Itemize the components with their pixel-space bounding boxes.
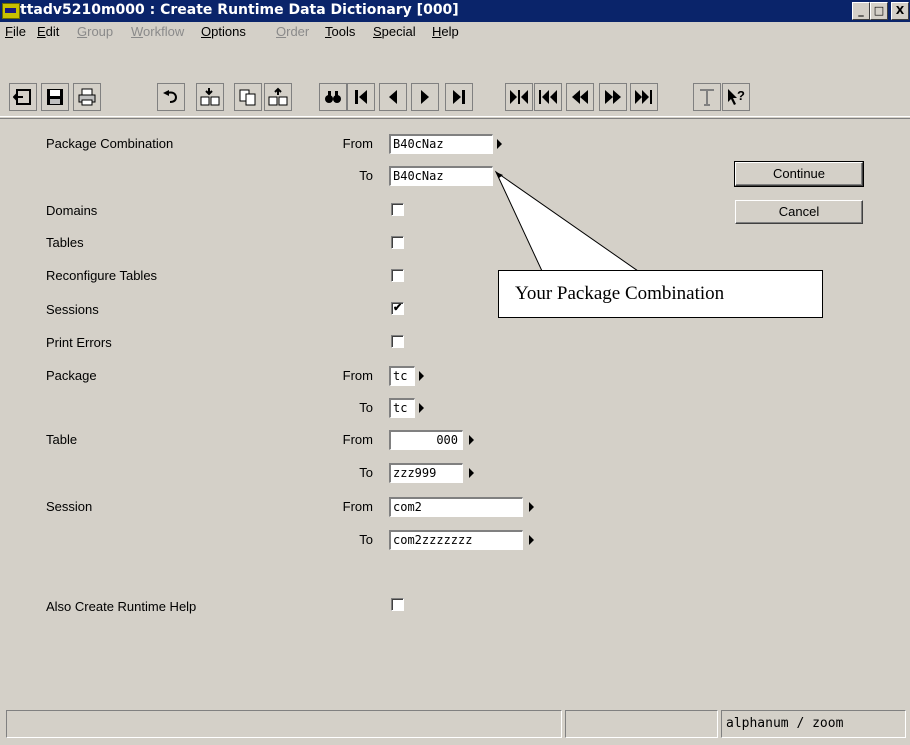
copy-icon[interactable] [234,83,262,111]
runtime-help-checkbox[interactable] [391,598,404,611]
find-icon[interactable] [319,83,347,111]
session-from-zoom-arrow[interactable] [529,502,534,512]
continue-button[interactable]: Continue [734,161,864,187]
print-icon[interactable] [73,83,101,111]
menu-help[interactable]: Help [432,24,459,39]
package-to-label: To [359,400,373,415]
package-combination-from-field[interactable]: B40cNaz [389,134,493,154]
print-errors-checkbox[interactable] [391,335,404,348]
save-icon[interactable] [41,83,69,111]
session-to-field[interactable]: com2zzzzzzz [389,530,523,550]
application-window: ttadv5210m000 : Create Runtime Data Dict… [0,0,910,745]
toolbar-separator [0,116,910,117]
status-mode-cell: alphanum / zoom [721,710,906,738]
menu-group[interactable]: Group [77,24,113,39]
menu-bar: File Edit Group Workflow Options Order T… [0,22,910,42]
text-icon[interactable] [693,83,721,111]
sessions-checkbox[interactable]: ✔ [391,302,404,315]
last-record-icon[interactable] [445,83,473,111]
menu-options[interactable]: Options [201,24,246,39]
table-to-zoom-arrow[interactable] [469,468,474,478]
first-group-icon[interactable] [505,83,533,111]
help-pointer-icon[interactable]: ? [722,83,750,111]
runtime-help-label: Also Create Runtime Help [46,599,197,614]
close-button[interactable]: X [891,2,909,20]
reconfigure-tables-label: Reconfigure Tables [46,268,158,283]
tables-label: Tables [46,235,84,250]
previous-record-icon[interactable] [379,83,407,111]
session-from-label: From [342,499,373,514]
maximize-button[interactable]: □ [870,2,888,20]
package-combination-from-label: From [342,136,373,151]
next-record-icon[interactable] [411,83,439,111]
package-combination-label: Package Combination [46,136,174,151]
menu-special[interactable]: Special [373,24,416,39]
menu-workflow[interactable]: Workflow [131,24,184,39]
domains-checkbox[interactable] [391,203,404,216]
menu-file[interactable]: File [5,24,26,39]
insert-record-icon[interactable] [196,83,224,111]
session-to-zoom-arrow[interactable] [529,535,534,545]
checkmark-icon: ✔ [393,302,403,314]
package-combination-to-field[interactable]: B40cNaz [389,166,493,186]
domains-label: Domains [46,203,98,218]
undo-icon[interactable] [157,83,185,111]
last-set-icon[interactable] [630,83,658,111]
menu-edit[interactable]: Edit [37,24,59,39]
first-record-icon[interactable] [347,83,375,111]
svg-text:?: ? [737,88,745,103]
package-from-label: From [342,368,373,383]
table-label: Table [46,432,78,447]
package-label: Package [46,368,97,383]
table-from-field[interactable]: 000 [389,430,463,450]
exit-icon[interactable] [9,83,37,111]
print-errors-label: Print Errors [46,335,112,350]
status-info-cell [565,710,718,738]
sessions-label: Sessions [46,302,99,317]
previous-group-icon[interactable] [534,83,562,111]
session-to-label: To [359,532,373,547]
package-from-field[interactable]: tc [389,366,415,386]
table-from-zoom-arrow[interactable] [469,435,474,445]
previous-set-icon[interactable] [566,83,594,111]
minimize-button[interactable]: _ [852,2,870,20]
cancel-button[interactable]: Cancel [735,200,863,224]
callout-box: Your Package Combination [498,270,823,318]
package-from-zoom-arrow[interactable] [419,371,424,381]
table-to-label: To [359,465,373,480]
status-bar: alphanum / zoom [0,706,910,745]
table-to-field[interactable]: zzz999 [389,463,463,483]
package-combination-to-label: To [359,168,373,183]
duplicate-record-icon[interactable] [264,83,292,111]
reconfigure-tables-checkbox[interactable] [391,269,404,282]
menu-tools[interactable]: Tools [325,24,355,39]
session-label: Session [46,499,93,514]
app-icon [2,3,20,19]
tables-checkbox[interactable] [391,236,404,249]
table-from-label: From [342,432,373,447]
session-from-field[interactable]: com2 [389,497,523,517]
next-set-icon[interactable] [599,83,627,111]
window-title: ttadv5210m000 : Create Runtime Data Dict… [20,2,459,18]
menu-order[interactable]: Order [276,24,309,39]
title-bar: ttadv5210m000 : Create Runtime Data Dict… [0,0,910,22]
package-combination-from-zoom-arrow[interactable] [497,139,502,149]
status-message-cell [6,710,562,738]
package-to-field[interactable]: tc [389,398,415,418]
package-to-zoom-arrow[interactable] [419,403,424,413]
callout-pointer [494,170,640,272]
